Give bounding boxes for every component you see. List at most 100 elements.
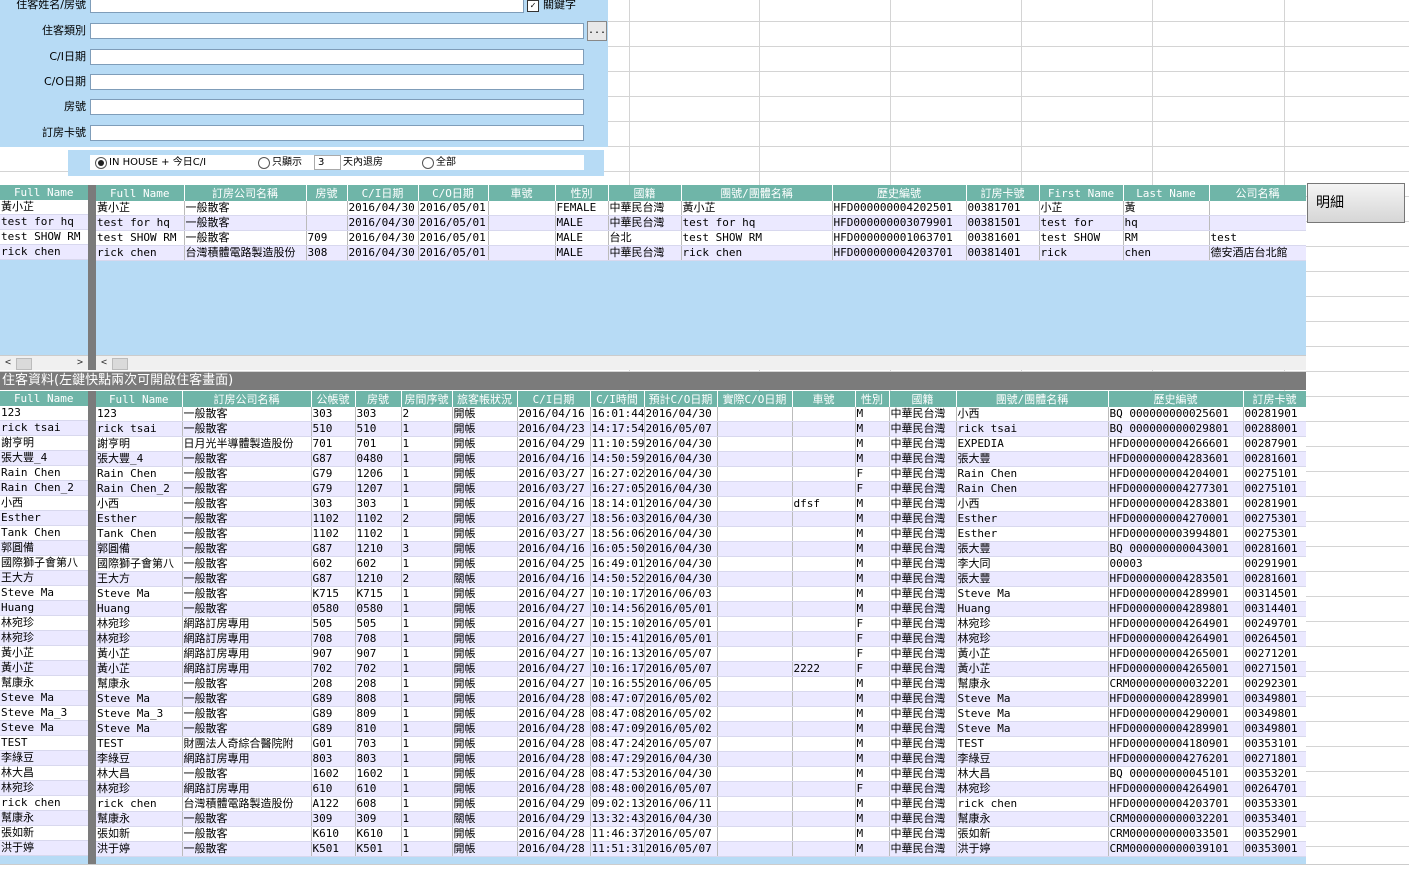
room-input[interactable] bbox=[90, 99, 584, 115]
table-row[interactable]: TEST 財團法人奇綜合醫院附 G01 703 1 開帳 2016/04/28 08:47:2… bbox=[96, 736, 1306, 752]
table-row[interactable]: test for hq bbox=[0, 214, 88, 230]
table-row[interactable]: Huang 一般散客 0580 0580 1 開帳 2016/04/27 10:14:56 20… bbox=[96, 601, 1306, 617]
bottom-grid-splitter[interactable] bbox=[88, 391, 96, 864]
table-row[interactable]: 王大方 一般散客 G87 1210 2 關帳 2016/04/16 14:50:52 2016/… bbox=[96, 571, 1306, 587]
column-header[interactable]: Last Name bbox=[1123, 185, 1210, 201]
radio-in-house[interactable] bbox=[95, 157, 107, 169]
table-row[interactable]: 林大昌 一般散客 1602 1602 1 開帳 2016/04/28 08:47:53 2016… bbox=[96, 766, 1306, 782]
table-row[interactable]: rick chen bbox=[0, 795, 88, 811]
table-row[interactable]: Rain Chen_2 一般散客 G79 1207 1 開帳 2016/03/27 16:27… bbox=[96, 481, 1306, 497]
table-row[interactable]: Rain Chen 一般散客 G79 1206 1 開帳 2016/03/27 16:27:0… bbox=[96, 466, 1306, 482]
table-row[interactable]: Steve Ma bbox=[0, 720, 88, 736]
table-row[interactable]: 幫康永 bbox=[0, 675, 88, 691]
table-row[interactable]: 李綠豆 網路訂房專用 803 803 1 開帳 2016/04/28 08:47:29 2016… bbox=[96, 751, 1306, 767]
table-row[interactable]: Tank Chen 一般散客 1102 1102 1 開帳 2016/03/27 18:56:… bbox=[96, 526, 1306, 542]
column-header[interactable]: 歷史編號 bbox=[1108, 391, 1244, 407]
scroll-left-icon[interactable]: < bbox=[98, 356, 110, 370]
table-row[interactable]: 張如新 bbox=[0, 825, 88, 841]
table-row[interactable]: Rain Chen_2 bbox=[0, 480, 88, 496]
table-row[interactable]: 郭圓備 一般散客 G87 1210 3 開帳 2016/04/16 16:05:50 2016/… bbox=[96, 541, 1306, 557]
column-header[interactable]: C/I時間 bbox=[590, 391, 645, 407]
table-row[interactable]: Steve Ma 一般散客 G89 808 1 開帳 2016/04/28 08:47:07 2… bbox=[96, 691, 1306, 707]
column-header[interactable]: 車號 bbox=[792, 391, 856, 407]
top-main-hscrollbar[interactable]: < bbox=[96, 355, 1306, 370]
days-input[interactable]: 3 bbox=[314, 155, 341, 170]
column-header[interactable]: 預計C/O日期 bbox=[644, 391, 718, 407]
column-header[interactable]: 訂房公司名稱 bbox=[182, 391, 312, 407]
bottom-fixed-header[interactable]: Full Name bbox=[0, 391, 88, 406]
table-row[interactable]: Tank Chen bbox=[0, 525, 88, 541]
table-row[interactable]: Steve Ma_3 一般散客 G89 809 1 開帳 2016/04/28 08:47:0… bbox=[96, 706, 1306, 722]
top-fixed-hscrollbar[interactable]: < > bbox=[0, 355, 88, 370]
guest-name-input[interactable] bbox=[90, 0, 524, 13]
table-row[interactable]: Steve Ma 一般散客 G89 810 1 開帳 2016/04/28 08:47:09 2… bbox=[96, 721, 1306, 737]
table-row[interactable]: 黃小芷 網路訂房專用 702 702 1 開帳 2016/04/27 10:16:17 2016… bbox=[96, 661, 1306, 677]
column-header[interactable]: 國籍 bbox=[889, 391, 957, 407]
column-header[interactable]: C/O日期 bbox=[418, 185, 489, 201]
table-row[interactable]: 李綠豆 bbox=[0, 750, 88, 766]
column-header[interactable]: 訂房公司名稱 bbox=[184, 185, 307, 201]
column-header[interactable]: Full Name bbox=[96, 391, 183, 407]
guest-type-lookup-button[interactable]: ... bbox=[587, 21, 607, 41]
booking-card-input[interactable] bbox=[90, 125, 584, 141]
co-date-input[interactable] bbox=[90, 74, 584, 90]
column-header[interactable]: 團號/團體名稱 bbox=[681, 185, 833, 201]
table-row[interactable]: 張大豐_4 bbox=[0, 450, 88, 466]
table-row[interactable]: test SHOW RM 一般散客 709 2016/04/30 2016/05/01 M… bbox=[96, 230, 1306, 246]
table-row[interactable]: Steve Ma_3 bbox=[0, 705, 88, 721]
table-row[interactable]: 林宛珍 網路訂房專用 505 505 1 開帳 2016/04/27 10:15:10 2016… bbox=[96, 616, 1306, 632]
column-header[interactable]: 性別 bbox=[555, 185, 609, 201]
scroll-thumb[interactable] bbox=[112, 358, 128, 370]
table-row[interactable]: Steve Ma bbox=[0, 690, 88, 706]
table-row[interactable]: 國際獅子會第八 bbox=[0, 555, 88, 571]
column-header[interactable]: 旅客帳狀況 bbox=[452, 391, 518, 407]
column-header[interactable]: 性別 bbox=[855, 391, 890, 407]
column-header[interactable]: 歷史編號 bbox=[832, 185, 967, 201]
table-row[interactable]: Esther 一般散客 1102 1102 2 開帳 2016/03/27 18:56:03 2… bbox=[96, 511, 1306, 527]
table-row[interactable]: 洪于婷 一般散客 K501 K501 1 開帳 2016/04/28 11:51:31 2016… bbox=[96, 841, 1306, 857]
table-row[interactable]: test for hq 一般散客 2016/04/30 2016/05/01 MALE 中… bbox=[96, 215, 1306, 231]
column-header[interactable]: 團號/團體名稱 bbox=[956, 391, 1109, 407]
table-row[interactable]: rick chen 台灣積體電路製造股份 A122 608 1 開帳 2016/04/29 0… bbox=[96, 796, 1306, 812]
table-row[interactable]: 林宛珍 網路訂房專用 708 708 1 開帳 2016/04/27 10:15:41 2016… bbox=[96, 631, 1306, 647]
table-row[interactable]: 張大豐_4 一般散客 G87 0480 1 開帳 2016/04/16 14:50:59 201… bbox=[96, 451, 1306, 467]
table-row[interactable]: 謝亨明 bbox=[0, 435, 88, 451]
table-row[interactable]: 小西 一般散客 303 303 1 開帳 2016/04/16 18:14:01 2016/04… bbox=[96, 496, 1306, 512]
column-header[interactable]: 實際C/O日期 bbox=[717, 391, 793, 407]
table-row[interactable]: 黃小芷 網路訂房專用 907 907 1 開帳 2016/04/27 10:16:13 2016… bbox=[96, 646, 1306, 662]
table-row[interactable]: Steve Ma bbox=[0, 585, 88, 601]
table-row[interactable]: test SHOW RM bbox=[0, 229, 88, 245]
table-row[interactable]: 黃小芷 一般散客 2016/04/30 2016/05/01 FEMALE 中華民台灣 黃小… bbox=[96, 201, 1306, 216]
table-row[interactable]: 林宛珍 網路訂房專用 610 610 1 開帳 2016/04/28 08:48:00 2016… bbox=[96, 781, 1306, 797]
column-header[interactable]: 房號 bbox=[355, 391, 402, 407]
table-row[interactable]: 黃小芷 bbox=[0, 645, 88, 661]
column-header[interactable]: 訂房卡號 bbox=[1243, 391, 1306, 407]
column-header[interactable]: 房號 bbox=[306, 185, 348, 201]
table-row[interactable]: rick tsai bbox=[0, 420, 88, 436]
scroll-left-icon[interactable]: < bbox=[2, 356, 14, 370]
table-row[interactable]: 洪于婷 bbox=[0, 840, 88, 856]
table-row[interactable]: 國際獅子會第八 一般散客 602 602 1 開帳 2016/04/25 16:49:01 20… bbox=[96, 556, 1306, 572]
column-header[interactable]: 公司名稱 bbox=[1209, 185, 1306, 201]
table-row[interactable]: 幫康永 一般散客 208 208 1 開帳 2016/04/27 10:16:55 2016/0… bbox=[96, 676, 1306, 692]
column-header[interactable]: C/I日期 bbox=[517, 391, 591, 407]
scroll-right-icon[interactable]: > bbox=[74, 356, 86, 370]
column-header[interactable]: 公帳號 bbox=[311, 391, 356, 407]
table-row[interactable]: 張如新 一般散客 K610 K610 1 開帳 2016/04/28 11:46:37 2016… bbox=[96, 826, 1306, 842]
column-header[interactable]: 車號 bbox=[488, 185, 556, 201]
table-row[interactable]: 123 一般散客 303 303 2 開帳 2016/04/16 16:01:44 2016/0… bbox=[96, 407, 1306, 422]
table-row[interactable]: rick chen 台灣積體電路製造股份 308 2016/04/30 2016/05/… bbox=[96, 245, 1306, 261]
table-row[interactable]: 謝亨明 日月光半導體製造股份 701 701 1 開帳 2016/04/29 11:10:59… bbox=[96, 436, 1306, 452]
table-row[interactable]: 林大昌 bbox=[0, 765, 88, 781]
column-header[interactable]: Full Name bbox=[96, 185, 185, 201]
table-row[interactable]: 黃小芷 bbox=[0, 660, 88, 676]
top-fixed-header[interactable]: Full Name bbox=[0, 185, 88, 200]
column-header[interactable]: 房間序號 bbox=[401, 391, 453, 407]
table-row[interactable]: 幫康永 一般散客 309 309 1 關帳 2016/04/29 13:32:43 2016/0… bbox=[96, 811, 1306, 827]
keyword-checkbox[interactable]: ✓ bbox=[527, 0, 539, 12]
table-row[interactable]: 幫康永 bbox=[0, 810, 88, 826]
column-header[interactable]: C/I日期 bbox=[347, 185, 419, 201]
table-row[interactable]: Rain Chen bbox=[0, 465, 88, 481]
table-row[interactable]: 王大方 bbox=[0, 570, 88, 586]
table-row[interactable]: 小西 bbox=[0, 495, 88, 511]
